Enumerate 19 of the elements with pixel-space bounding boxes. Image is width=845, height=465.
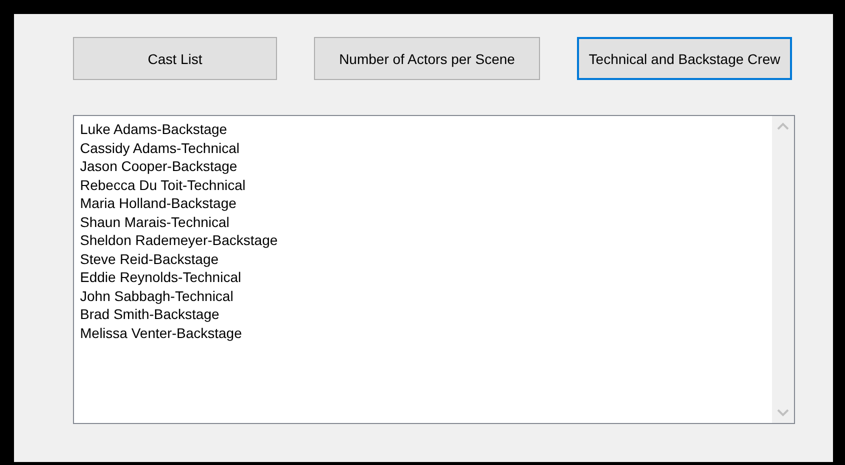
- list-item[interactable]: John Sabbagh-Technical: [80, 286, 772, 305]
- crew-list[interactable]: [73, 115, 795, 424]
- list-item[interactable]: Luke Adams-Backstage: [80, 120, 772, 138]
- menu-button[interactable]: Cast List: [73, 37, 277, 80]
- menu-button[interactable]: Number of Actors per Scene: [314, 37, 540, 80]
- list-item[interactable]: Rebecca Du Toit-Technical: [80, 176, 772, 194]
- scroll-up-icon[interactable]: [777, 122, 789, 130]
- list-item[interactable]: Eddie Reynolds-Technical: [80, 268, 772, 286]
- list-item[interactable]: Shaun Marais-Technical: [80, 212, 772, 231]
- list-item[interactable]: Maria Holland-Backstage: [80, 194, 772, 212]
- scroll-down-icon[interactable]: [777, 409, 789, 417]
- list-item[interactable]: Jason Cooper-Backstage: [80, 157, 772, 176]
- list-item[interactable]: Sheldon Rademeyer-Backstage: [80, 231, 772, 250]
- scrollbar[interactable]: [772, 116, 794, 423]
- list-item[interactable]: Steve Reid-Backstage: [80, 250, 772, 268]
- menu-button[interactable]: Technical and Backstage Crew: [577, 37, 792, 80]
- list-item[interactable]: Cassidy Adams-Technical: [80, 138, 772, 157]
- list-item[interactable]: Melissa Venter-Backstage: [80, 324, 772, 342]
- list-item[interactable]: Brad Smith-Backstage: [80, 305, 772, 324]
